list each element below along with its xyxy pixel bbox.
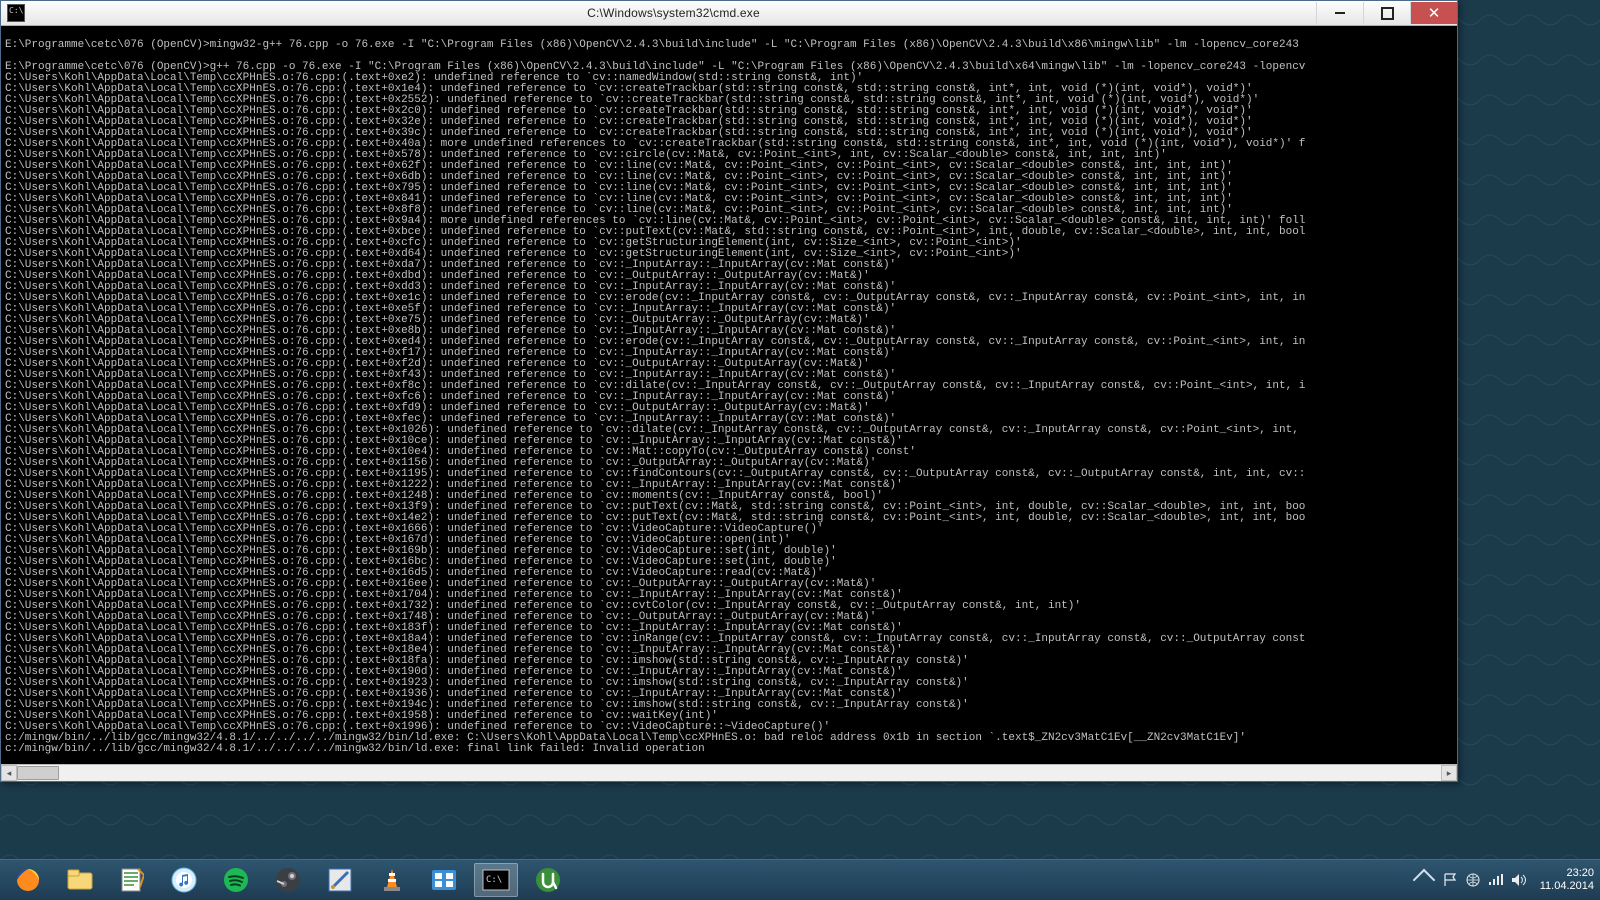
console-output[interactable]: E:\Programme\cetc\076 (OpenCV)>mingw32-g… [1, 37, 1457, 754]
svg-text:C:\: C:\ [486, 875, 502, 885]
utorrent-icon [535, 867, 561, 893]
scroll-track[interactable] [17, 765, 1441, 781]
taskbar-firefox[interactable] [6, 863, 50, 897]
scroll-thumb[interactable] [17, 766, 59, 780]
scroll-left-arrow-icon[interactable]: ◂ [1, 765, 17, 781]
tray-show-hidden-icon[interactable] [1412, 869, 1435, 892]
taskbar-explorer[interactable] [58, 863, 102, 897]
maximize-button[interactable] [1363, 2, 1410, 24]
itunes-icon [171, 867, 197, 893]
tray-clock[interactable]: 23:20 11.04.2014 [1540, 867, 1594, 893]
taskbar-utility[interactable] [422, 863, 466, 897]
folder-icon [67, 869, 93, 891]
taskbar-itunes[interactable] [162, 863, 206, 897]
titlebar[interactable]: C:\Windows\system32\cmd.exe ✕ [1, 1, 1457, 26]
tray-date: 11.04.2014 [1540, 880, 1594, 893]
volume-icon[interactable] [1511, 873, 1526, 887]
taskbar: C:\ 23:20 11.04.2014 [0, 859, 1600, 900]
spotify-icon [223, 867, 249, 893]
designer-icon [327, 867, 353, 893]
window-title: C:\Windows\system32\cmd.exe [31, 6, 1316, 20]
taskbar-cmd[interactable]: C:\ [474, 863, 518, 897]
taskbar-spotify[interactable] [214, 863, 258, 897]
network-globe-icon[interactable] [1466, 873, 1480, 887]
grid-utility-icon [431, 869, 457, 891]
tray-time: 23:20 [1540, 867, 1594, 880]
flag-icon[interactable] [1444, 873, 1458, 887]
minimize-button[interactable] [1316, 2, 1363, 24]
notepad-icon [120, 867, 144, 893]
cmd-window: C:\Windows\system32\cmd.exe ✕ E:\Program… [0, 0, 1458, 782]
taskbar-designer[interactable] [318, 863, 362, 897]
cmd-taskbar-icon: C:\ [482, 869, 510, 891]
taskbar-vlc[interactable] [370, 863, 414, 897]
taskbar-notepadpp[interactable] [110, 863, 154, 897]
taskbar-steam[interactable] [266, 863, 310, 897]
scroll-right-arrow-icon[interactable]: ▸ [1441, 765, 1457, 781]
vlc-icon [381, 867, 403, 893]
taskbar-utorrent[interactable] [526, 863, 570, 897]
system-tray[interactable]: 23:20 11.04.2014 [1410, 867, 1600, 893]
firefox-icon [15, 867, 41, 893]
wifi-icon[interactable] [1488, 874, 1503, 886]
steam-icon [275, 867, 301, 893]
close-button[interactable]: ✕ [1410, 2, 1457, 24]
cmd-icon [7, 4, 25, 22]
horizontal-scrollbar[interactable]: ◂ ▸ [1, 764, 1457, 781]
